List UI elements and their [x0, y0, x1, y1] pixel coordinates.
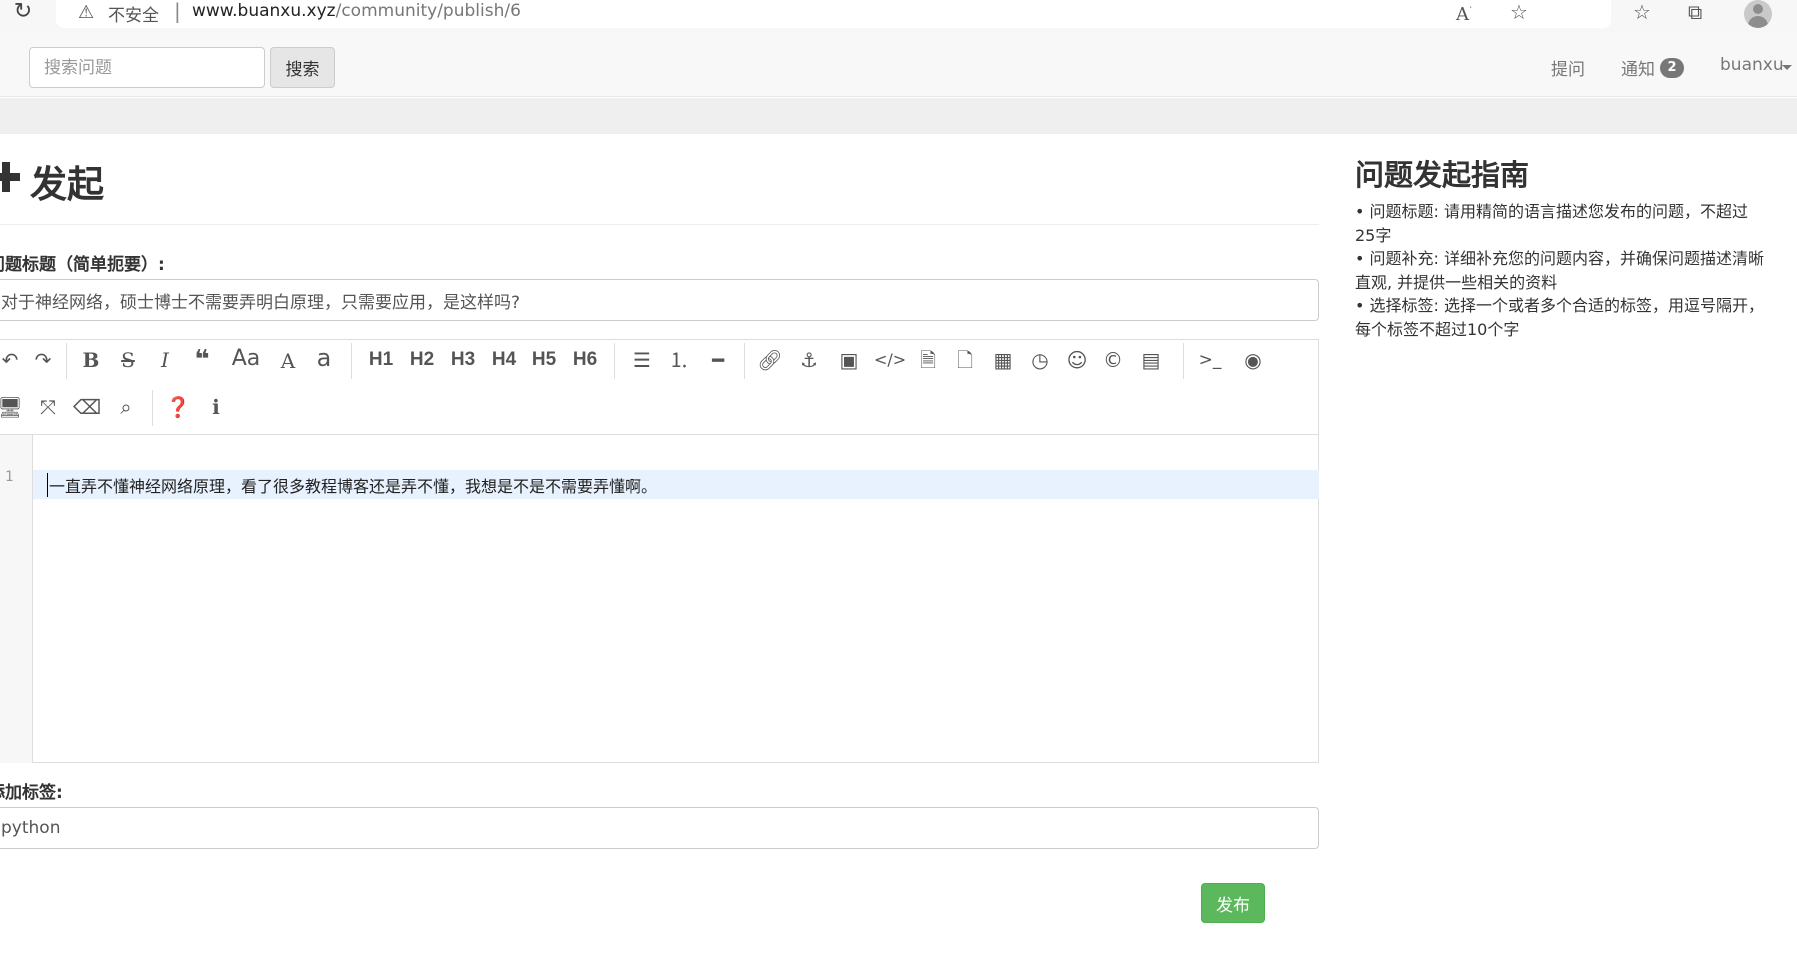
plus-icon [0, 162, 20, 192]
line-number: 1 [5, 469, 14, 485]
guide-item: 问题标题: 请用精简的语言描述您发布的问题，不超过25字 [1355, 200, 1765, 247]
inline-code-icon[interactable]: </> [874, 345, 906, 375]
toolbar-separator [614, 343, 615, 379]
heading-5-button[interactable]: H5 [527, 345, 561, 375]
guide-item: 问题补充: 详细补充您的问题内容，并确保问题描述清晰直观, 并提供一些相关的资料 [1355, 247, 1765, 294]
editor-text-content[interactable]: 一直弄不懂神经网络原理，看了很多教程博客还是弄不懂，我想是不是不需要弄懂啊。 [47, 473, 657, 497]
heading-3-button[interactable]: H3 [446, 345, 480, 375]
page-title: 发起 [30, 163, 104, 206]
fullscreen-icon[interactable]: ⤧ [33, 392, 63, 422]
tags-input[interactable] [0, 807, 1319, 849]
guide-title: 问题发起指南 [1355, 158, 1530, 192]
html-entities-icon[interactable]: © [1098, 345, 1128, 375]
lowercase-icon[interactable]: a [309, 343, 339, 373]
url-domain: www.buanxu.xyz [192, 1, 336, 21]
strikethrough-icon[interactable]: S [113, 345, 143, 375]
browser-chrome: ↻ ⚠ 不安全 | www.buanxu.xyz/community/publi… [0, 0, 1797, 34]
url-text[interactable]: www.buanxu.xyz/community/publish/6 [192, 1, 521, 21]
caret-down-icon[interactable] [1782, 65, 1792, 70]
address-bar[interactable]: ⚠ 不安全 | www.buanxu.xyz/community/publish… [56, 0, 1611, 28]
search-button[interactable]: 搜索 [270, 47, 335, 88]
markdown-editor: ↶ ↷ B S I ❝ Aa A a H1 H2 H3 H4 H5 H6 ☰ ⒈… [0, 339, 1319, 763]
warning-icon: ⚠ [78, 2, 95, 23]
image-icon[interactable]: ▣ [834, 345, 864, 375]
notification-count-badge[interactable]: 2 [1660, 58, 1684, 78]
guide-item: 选择标签: 选择一个或者多个合适的标签，用逗号隔开，每个标签不超过10个字 [1355, 294, 1765, 341]
redo-icon[interactable]: ↷ [28, 345, 58, 375]
site-navbar: 搜索 提问 通知 2 buanxu [0, 34, 1797, 97]
table-icon[interactable]: ▦ [988, 345, 1018, 375]
main-content: 发起 问题标题（简单扼要）: ↶ ↷ B S I ❝ Aa A a H1 H2 … [0, 134, 1797, 955]
watch-icon[interactable]: 🖥︎ [0, 392, 25, 422]
ordered-list-icon[interactable]: ⒈ [664, 345, 694, 375]
bold-icon[interactable]: B [76, 345, 106, 375]
preformatted-text-icon[interactable]: 🗋 [950, 345, 980, 375]
heading-2-button[interactable]: H2 [405, 345, 439, 375]
code-block-icon[interactable]: 🗎 [913, 345, 943, 375]
italic-icon[interactable]: I [150, 345, 180, 375]
toolbar-separator [152, 390, 153, 426]
upper-first-icon[interactable]: A [273, 346, 303, 376]
nav-notifications-link[interactable]: 通知 [1621, 55, 1655, 80]
url-path: /community/publish/6 [335, 1, 521, 21]
horizontal-rule-icon[interactable]: ━ [703, 345, 733, 375]
title-divider [0, 224, 1319, 225]
datetime-icon[interactable]: ◷ [1025, 345, 1055, 375]
insecure-label[interactable]: 不安全 [108, 1, 159, 26]
pagebreak-icon[interactable]: ▤ [1136, 345, 1166, 375]
quote-icon[interactable]: ❝ [187, 345, 217, 375]
guide-list: 问题标题: 请用精简的语言描述您发布的问题，不超过25字 问题补充: 详细补充您… [1355, 200, 1765, 341]
read-aloud-icon[interactable]: Aॱ [1456, 2, 1472, 25]
uppercase-icon[interactable]: Aa [226, 344, 266, 374]
user-menu[interactable]: buanxu [1720, 55, 1784, 75]
emoji-icon[interactable]: ☺ [1062, 345, 1092, 375]
publish-button[interactable]: 发布 [1201, 883, 1265, 923]
heading-1-button[interactable]: H1 [364, 345, 398, 375]
reload-icon[interactable]: ↻ [10, 0, 36, 26]
line-number-gutter: 1 [0, 435, 33, 763]
toolbar-separator [66, 343, 67, 379]
anchor-icon[interactable]: ⚓ [794, 345, 824, 375]
toolbar-separator [351, 343, 352, 379]
preview-eye-icon[interactable]: ◉ [1238, 345, 1268, 375]
page-background-band [0, 98, 1797, 134]
search-input[interactable] [29, 47, 265, 88]
favorites-icon[interactable]: ☆ [1633, 0, 1651, 24]
unordered-list-icon[interactable]: ☰ [627, 345, 657, 375]
profile-avatar-icon[interactable] [1744, 0, 1772, 28]
collections-icon[interactable]: ⧉ [1688, 0, 1702, 24]
info-icon[interactable]: ℹ [201, 392, 231, 422]
undo-icon[interactable]: ↶ [0, 345, 25, 375]
editor-toolbar: ↶ ↷ B S I ❝ Aa A a H1 H2 H3 H4 H5 H6 ☰ ⒈… [0, 340, 1318, 435]
nav-ask-link[interactable]: 提问 [1551, 55, 1585, 80]
url-separator: | [174, 0, 181, 23]
question-title-label: 问题标题（简单扼要）: [0, 255, 165, 275]
heading-6-button[interactable]: H6 [568, 345, 602, 375]
link-icon[interactable]: 🔗︎ [755, 345, 785, 375]
search-icon[interactable]: ⌕ [111, 392, 141, 422]
help-icon[interactable]: ❓ [163, 392, 193, 422]
toolbar-separator [744, 343, 745, 379]
question-title-input[interactable] [0, 279, 1319, 321]
add-favorite-icon[interactable]: ☆ [1510, 0, 1528, 24]
toolbar-separator [1183, 343, 1184, 379]
clear-eraser-icon[interactable]: ⌫ [72, 392, 102, 422]
tags-label: 添加标签: [0, 783, 63, 803]
heading-4-button[interactable]: H4 [487, 345, 521, 375]
goto-line-icon[interactable]: >_ [1195, 345, 1225, 375]
